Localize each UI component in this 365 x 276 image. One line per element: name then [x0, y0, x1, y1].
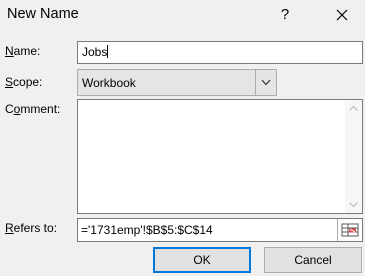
scope-dropdown-value: Workbook	[82, 76, 136, 90]
chevron-down-icon	[261, 79, 271, 86]
title-bar: New Name ?	[0, 0, 365, 30]
text-caret	[107, 45, 109, 58]
comment-textarea[interactable]	[77, 99, 363, 214]
scope-label: Scope:	[5, 75, 43, 89]
ok-button[interactable]: OK	[153, 247, 251, 273]
close-button[interactable]	[328, 2, 356, 28]
comment-label: Comment:	[5, 102, 61, 116]
name-label: Name:	[5, 44, 41, 58]
refers-to-input[interactable]: ='1731emp'!$B$5:$C$14	[77, 218, 363, 242]
close-icon	[336, 9, 348, 21]
range-select-icon	[341, 223, 359, 237]
refers-to-value: ='1731emp'!$B$5:$C$14	[81, 223, 213, 237]
cancel-button[interactable]: Cancel	[264, 247, 362, 273]
scope-dropdown[interactable]: Workbook	[77, 69, 277, 96]
chevron-down-icon	[349, 202, 358, 208]
refers-to-label: Refers to:	[5, 221, 58, 235]
comment-scrollbar[interactable]	[345, 100, 362, 213]
dialog-title: New Name	[7, 6, 79, 22]
scroll-up-button[interactable]	[345, 100, 362, 117]
new-name-dialog: New Name ? Name: Jobs Scope: Workbook Co…	[0, 0, 365, 276]
scope-dropdown-button[interactable]	[255, 70, 276, 95]
chevron-up-icon	[349, 105, 358, 111]
name-input[interactable]: Jobs	[77, 41, 363, 64]
help-button[interactable]: ?	[272, 2, 298, 28]
name-input-value: Jobs	[82, 45, 108, 59]
scroll-down-button[interactable]	[345, 196, 362, 213]
collapse-dialog-button[interactable]	[337, 219, 362, 241]
